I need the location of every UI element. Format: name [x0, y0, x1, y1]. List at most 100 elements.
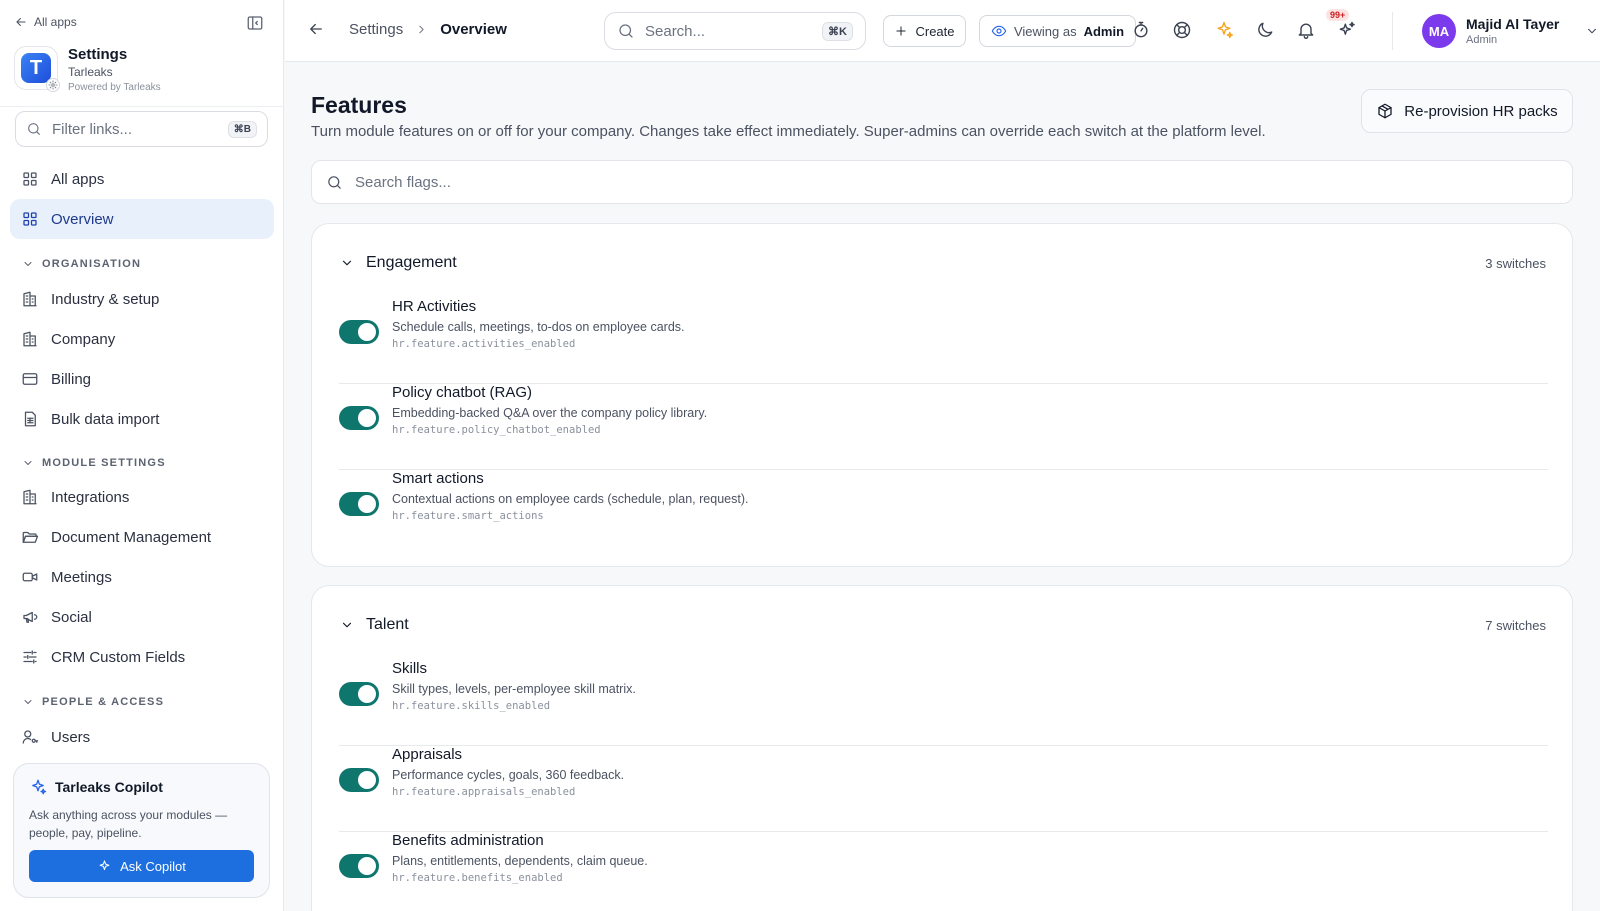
sidebar-item-company[interactable]: Company	[10, 319, 274, 359]
copilot-card: Tarleaks Copilot Ask anything across you…	[13, 763, 270, 898]
flag-name: Appraisals	[392, 746, 463, 763]
reprovision-hr-packs-button[interactable]: Re-provision HR packs	[1361, 89, 1573, 133]
sidebar-title: Settings	[68, 46, 128, 63]
flag-key: hr.feature.activities_enabled	[392, 338, 576, 350]
building-icon	[23, 489, 37, 505]
sparkles-icon	[1339, 21, 1355, 35]
flag-toggle-switch[interactable]	[339, 492, 379, 516]
sidebar-item-meetings[interactable]: Meetings	[10, 557, 274, 597]
sidebar-item-label: All apps	[51, 170, 105, 188]
flag-name: Policy chatbot (RAG)	[392, 384, 533, 401]
dark-mode-toggle[interactable]	[1255, 20, 1275, 40]
page-title: Features	[311, 92, 407, 118]
breadcrumb: Settings Overview	[349, 21, 507, 38]
sidebar-item-document-management[interactable]: Document Management	[10, 517, 274, 557]
ask-copilot-button[interactable]: Ask Copilot	[29, 850, 254, 882]
flag-row: Benefits administration Plans, entitleme…	[339, 832, 1548, 911]
reprovision-label: Re-provision HR packs	[1404, 102, 1558, 120]
timer-button[interactable]	[1131, 20, 1151, 40]
notifications-button[interactable]	[1296, 20, 1316, 40]
breadcrumb-settings[interactable]: Settings	[349, 21, 403, 38]
search-icon	[619, 24, 633, 38]
flag-toggle-switch[interactable]	[339, 320, 379, 344]
org-name: Tarleaks	[68, 65, 113, 79]
assistant-button[interactable]	[1337, 20, 1357, 40]
topbar-divider	[1392, 12, 1393, 50]
building-icon	[23, 291, 37, 307]
section-module-settings[interactable]: MODULE SETTINGS	[22, 457, 166, 469]
flag-toggle-switch[interactable]	[339, 682, 379, 706]
sidebar-item-social[interactable]: Social	[10, 597, 274, 637]
back-to-all-apps-link[interactable]: All apps	[14, 15, 77, 29]
collapse-sidebar-button[interactable]	[246, 14, 266, 34]
flag-name: HR Activities	[392, 298, 477, 315]
sidebar-item-billing[interactable]: Billing	[10, 359, 274, 399]
filter-links-input[interactable]: Filter links... ⌘B	[15, 111, 268, 147]
chevron-down-icon	[24, 461, 32, 465]
sidebar-item-label: Overview	[51, 210, 114, 228]
section-label: MODULE SETTINGS	[42, 457, 166, 469]
sidebar-item-users[interactable]: Users	[10, 717, 274, 757]
sidebar-item-label: Industry & setup	[51, 290, 160, 308]
ask-copilot-label: Ask Copilot	[120, 858, 186, 874]
moon-icon	[1258, 22, 1273, 37]
sidebar-item-bulk-data-import[interactable]: Bulk data import	[10, 399, 274, 439]
flag-toggle-switch[interactable]	[339, 406, 379, 430]
flag-name: Benefits administration	[392, 832, 544, 849]
flag-description: Contextual actions on employee cards (sc…	[392, 492, 749, 506]
group-toggle-talent[interactable]: Talent	[340, 616, 409, 634]
megaphone-icon	[23, 611, 38, 623]
sidebar-item-label: Billing	[51, 370, 92, 388]
section-organisation[interactable]: ORGANISATION	[22, 258, 141, 270]
app-logo: T	[14, 46, 60, 92]
sparkle-icon	[32, 779, 47, 795]
video-camera-icon	[22, 572, 38, 582]
powered-by: Powered by Tarleaks	[68, 82, 161, 93]
sidebar-item-label: Company	[51, 330, 116, 348]
global-search-input[interactable]: Search... ⌘K	[604, 12, 866, 50]
flag-row: Appraisals Performance cycles, goals, 36…	[339, 746, 1548, 832]
chevron-right-icon	[419, 25, 424, 34]
flag-key: hr.feature.skills_enabled	[392, 700, 551, 712]
flag-row: Skills Skill types, levels, per-employee…	[339, 660, 1548, 746]
search-flags-input[interactable]: Search flags...	[311, 160, 1573, 204]
flag-toggle-switch[interactable]	[339, 854, 379, 878]
avatar: MA	[1422, 14, 1456, 48]
search-icon	[28, 123, 40, 135]
sidebar-item-label: Document Management	[51, 528, 212, 546]
section-people-access[interactable]: PEOPLE & ACCESS	[22, 696, 164, 708]
switch-count: 3 switches	[1485, 256, 1546, 271]
grid-icon	[23, 172, 37, 186]
flag-name: Smart actions	[392, 470, 484, 487]
create-button[interactable]: Create	[883, 15, 966, 47]
credit-card-icon	[22, 373, 38, 385]
sidebar-item-crm-custom-fields[interactable]: CRM Custom Fields	[10, 637, 274, 677]
stopwatch-icon	[1134, 21, 1148, 38]
grid-icon	[23, 212, 37, 226]
group-toggle-engagement[interactable]: Engagement	[340, 254, 457, 272]
sidebar-item-integrations[interactable]: Integrations	[10, 477, 274, 517]
chevron-down-icon	[342, 260, 352, 266]
sidebar-item-industry-setup[interactable]: Industry & setup	[10, 279, 274, 319]
user-name: Majid Al Tayer	[1466, 16, 1560, 32]
section-label: PEOPLE & ACCESS	[42, 696, 165, 708]
back-button[interactable]	[307, 20, 325, 38]
flag-key: hr.feature.benefits_enabled	[392, 872, 563, 884]
user-menu[interactable]: MA Majid Al Tayer Admin	[1422, 14, 1599, 48]
sidebar-item-all-apps[interactable]: All apps	[10, 159, 274, 199]
group-card-talent: Talent 7 switches Skills Skill types, le…	[311, 585, 1573, 911]
sidebar-item-overview[interactable]: Overview	[10, 199, 274, 239]
chevron-down-icon	[1588, 28, 1597, 34]
help-button[interactable]	[1172, 20, 1192, 40]
filter-shortcut: ⌘B	[227, 120, 257, 138]
copilot-description: Ask anything across your modules — peopl…	[29, 808, 228, 840]
flag-toggle-switch[interactable]	[339, 768, 379, 792]
sidebar-item-label: Integrations	[51, 488, 130, 506]
flag-name: Skills	[392, 660, 428, 677]
ai-sparkle-button[interactable]	[1214, 20, 1234, 40]
viewing-as-button[interactable]: Viewing as Admin	[979, 15, 1136, 47]
copilot-title: Tarleaks Copilot	[55, 779, 163, 795]
brand: T Settings Tarleaks Powered by Tarleaks	[14, 46, 161, 93]
chevron-down-icon	[24, 700, 32, 704]
sparkle-icon	[1217, 21, 1234, 39]
